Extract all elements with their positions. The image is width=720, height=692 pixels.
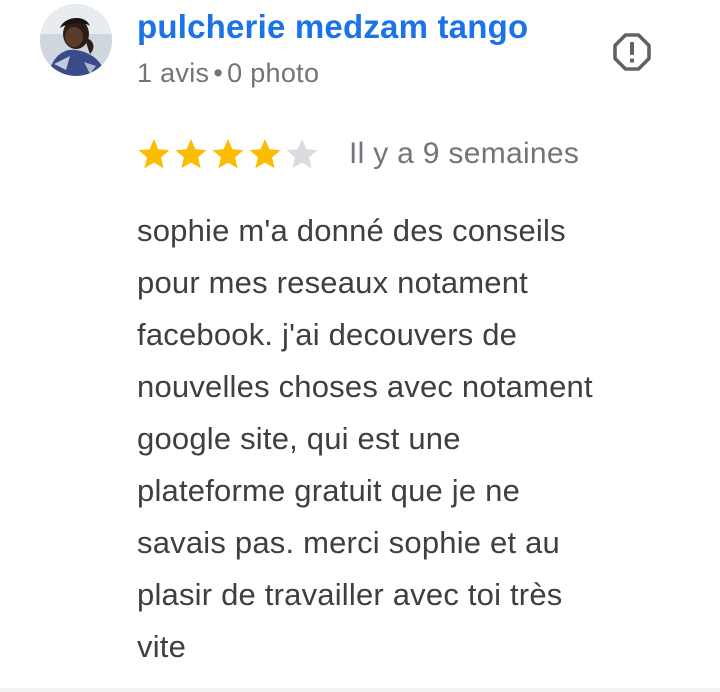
review-count: 1 avis (137, 58, 210, 88)
review-card: pulcherie medzam tango 1 avis • 0 photo Il… (0, 0, 720, 692)
reviewer-name[interactable]: pulcherie medzam tango (137, 8, 528, 46)
review-text-line: pour mes reseaux notament (137, 265, 528, 300)
review-text-line: savais pas. merci sophie et au (137, 525, 560, 560)
review-text-line: vite (137, 629, 187, 664)
rating-row: Il y a 9 semaines (137, 132, 579, 176)
review-text: sophie m'a donné des conseils pour mes re… (137, 205, 697, 673)
star-filled-icon (138, 139, 170, 169)
report-flag-icon (613, 33, 651, 71)
review-text-line: nouvelles choses avec notament (137, 369, 593, 404)
review-text-line: plateforme gratuit que je ne (137, 473, 521, 508)
star-filled-icon (212, 139, 244, 169)
review-text-line: plasir de travailler avec toi très (137, 577, 563, 612)
avatar-photo-icon (40, 4, 112, 76)
report-review-button[interactable] (610, 30, 654, 74)
meta-separator: • (213, 58, 224, 88)
review-text-line: google site, qui est une (137, 421, 461, 456)
star-filled-icon (249, 139, 281, 169)
review-text-line: facebook. j'ai decouvers de (137, 317, 518, 352)
reviewer-meta: 1 avis • 0 photo (137, 58, 319, 89)
photo-count: 0 photo (227, 58, 320, 88)
divider (0, 688, 720, 692)
star-empty-icon (286, 139, 318, 169)
star-rating (137, 137, 319, 171)
reviewer-avatar[interactable] (40, 4, 112, 76)
star-filled-icon (175, 139, 207, 169)
review-text-line: sophie m'a donné des conseils (137, 213, 566, 248)
review-date: Il y a 9 semaines (349, 137, 580, 170)
